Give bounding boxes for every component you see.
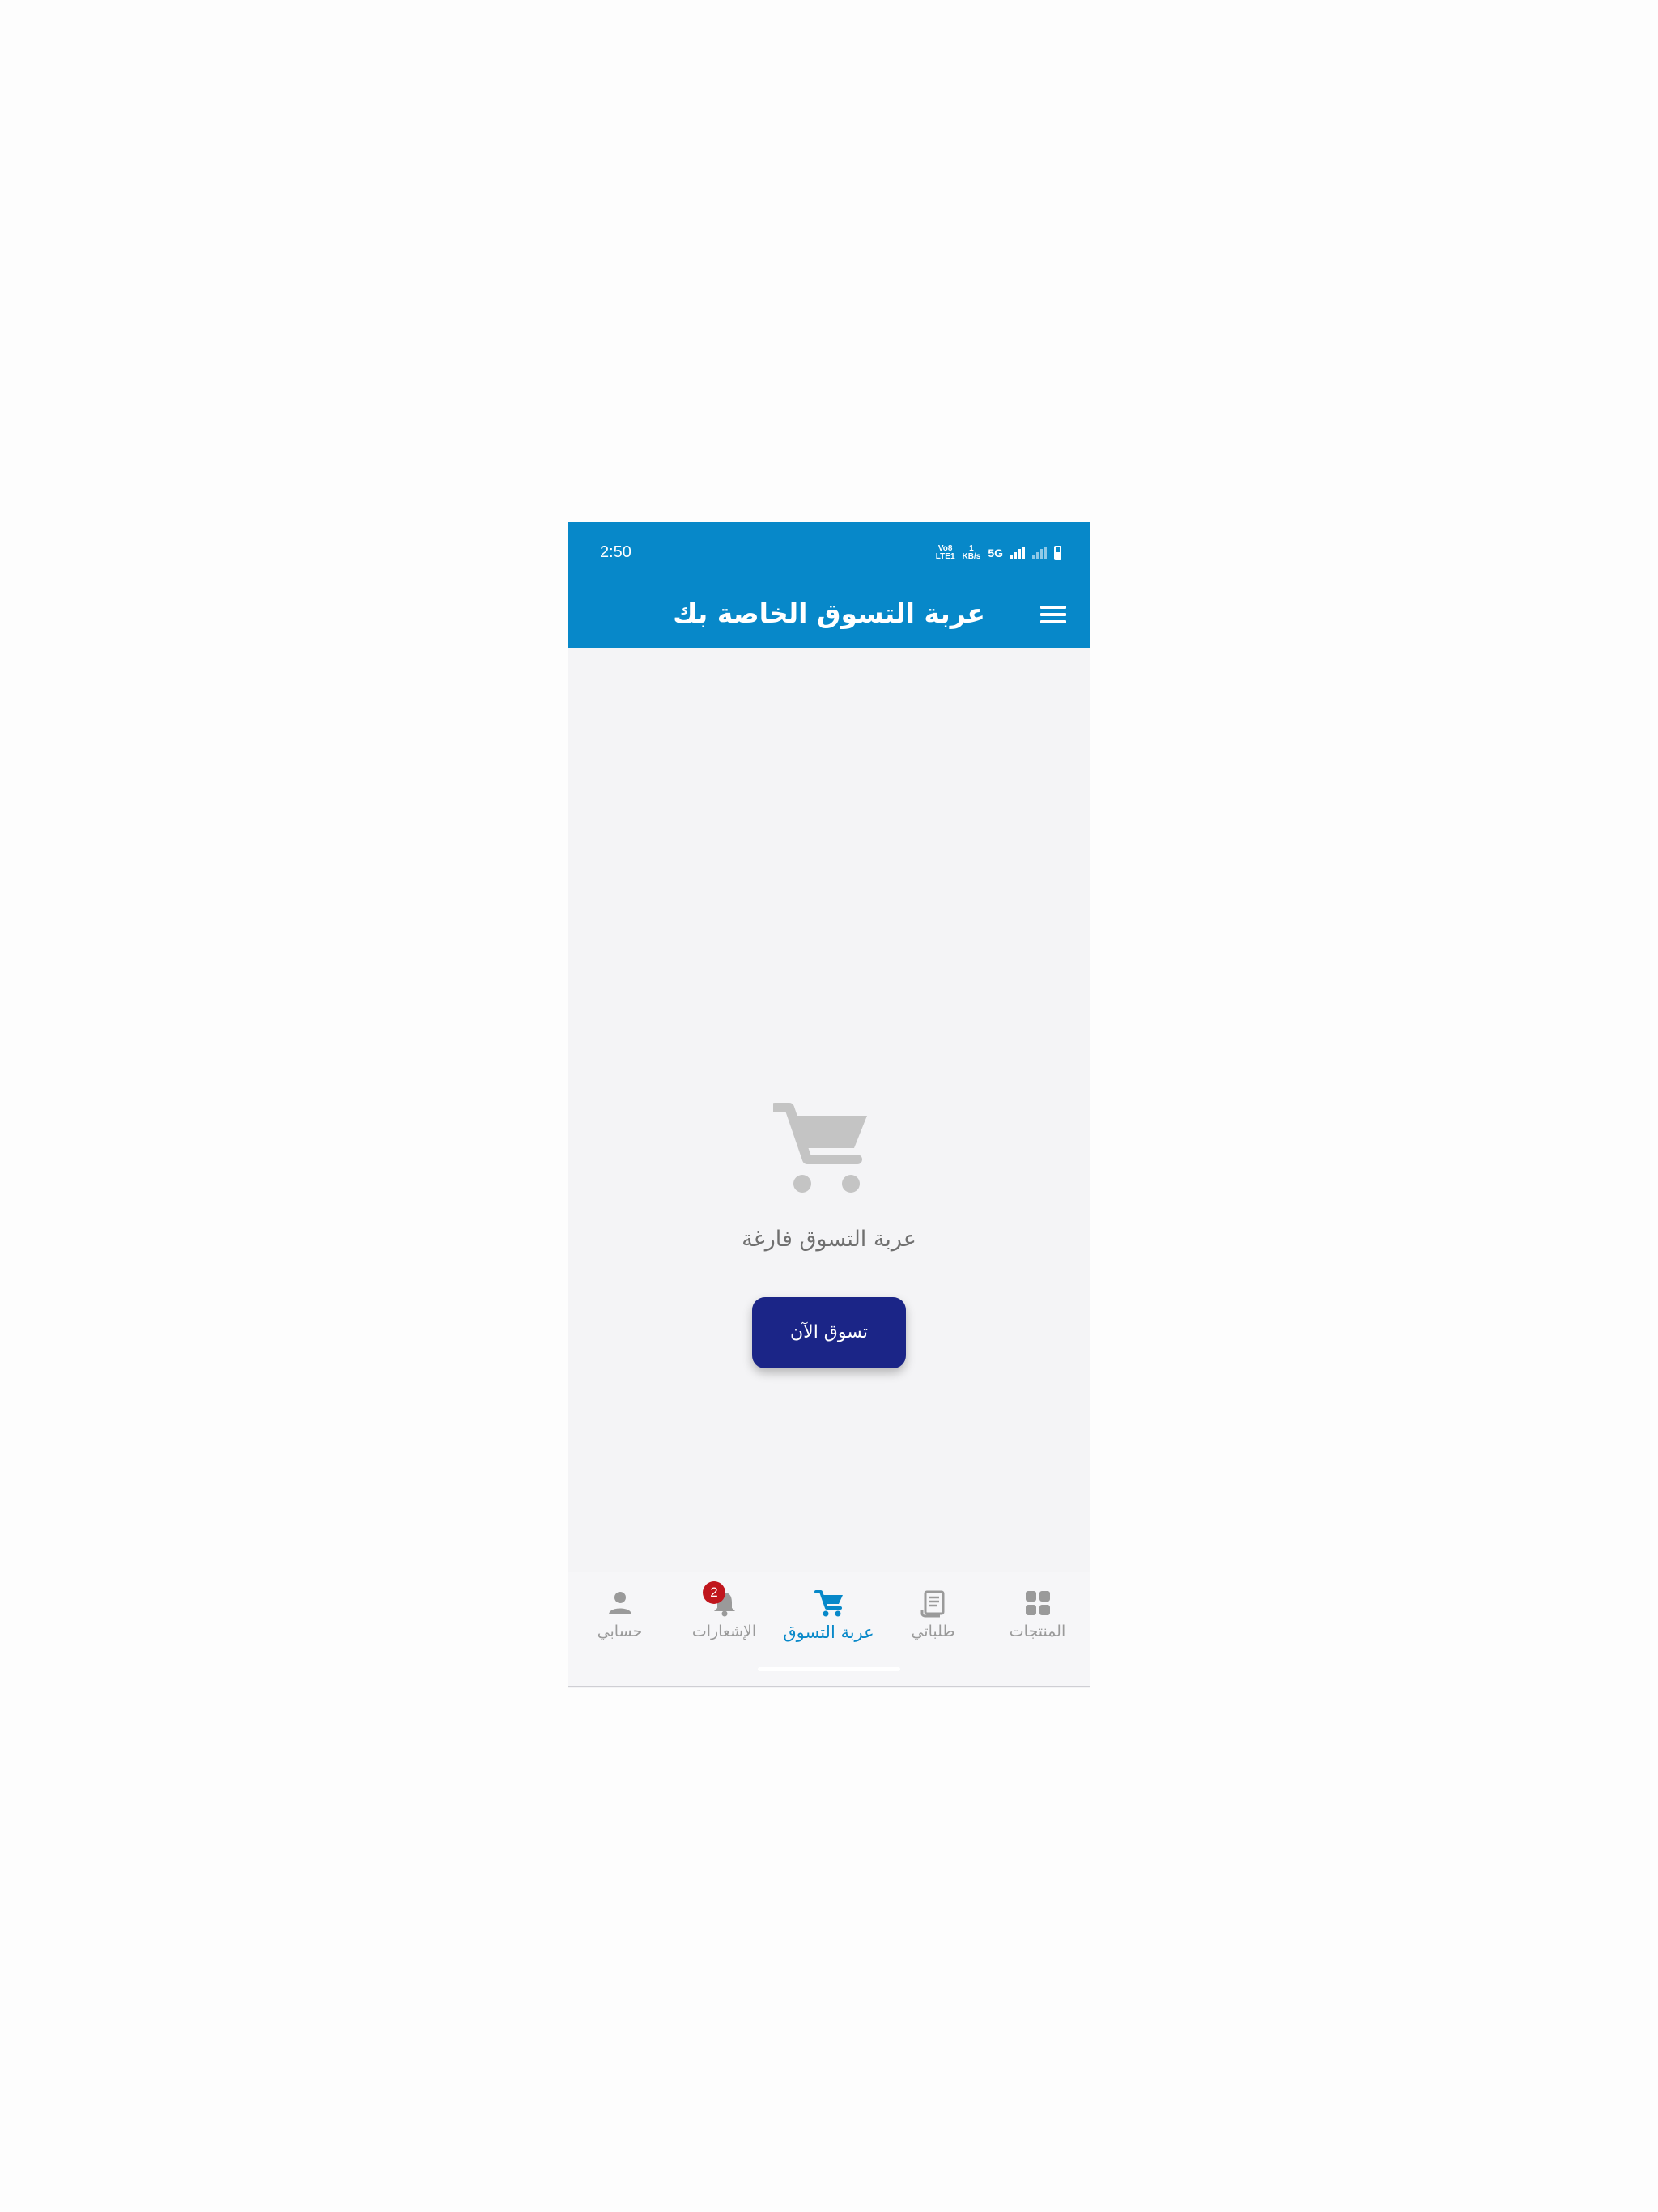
empty-cart-message: عربة التسوق فارغة	[742, 1227, 916, 1252]
status-icons: Vo8 LTE1 1 KB/s 5G	[936, 543, 1061, 563]
nav-label-notifications: الإشعارات	[691, 1623, 757, 1640]
nav-label-cart: عربة التسوق	[783, 1623, 874, 1642]
person-icon	[608, 1592, 631, 1614]
shopping-cart-icon	[773, 1103, 867, 1193]
receipt-icon	[920, 1590, 944, 1618]
volte-indicator: Vo8 LTE1	[935, 544, 955, 561]
phone-screen: 2:50 Vo8 LTE1 1 KB/s 5G عربة التسوق الخا…	[568, 522, 1090, 1688]
bottom-navigation: حسابي الإشعارات 2 عربة التسوق طلباتي الم…	[568, 1572, 1090, 1687]
nav-item-cart[interactable]: عربة التسوق	[776, 1572, 881, 1653]
grid-icon	[1025, 1591, 1050, 1615]
shopping-cart-icon	[814, 1590, 843, 1617]
notification-badge: 2	[703, 1581, 725, 1604]
signal-strength-icon	[1010, 547, 1025, 559]
nav-item-notifications[interactable]: الإشعارات	[672, 1572, 776, 1653]
battery-icon	[1054, 546, 1061, 560]
cart-content: عربة التسوق فارغة تسوق الآن	[568, 648, 1090, 1572]
home-indicator[interactable]	[758, 1667, 900, 1671]
nav-label-products: المنتجات	[1009, 1623, 1066, 1640]
nav-label-account: حسابي	[597, 1623, 643, 1640]
shop-now-button[interactable]: تسوق الآن	[752, 1297, 906, 1368]
nav-item-account[interactable]: حسابي	[568, 1572, 672, 1653]
nav-label-orders: طلباتي	[911, 1623, 955, 1640]
status-time: 2:50	[600, 543, 631, 561]
nav-item-orders[interactable]: طلباتي	[881, 1572, 985, 1653]
page-title: عربة التسوق الخاصة بك	[673, 598, 985, 629]
app-bar: 2:50 Vo8 LTE1 1 KB/s 5G عربة التسوق الخا…	[568, 522, 1090, 648]
hamburger-menu-icon[interactable]	[1040, 602, 1066, 627]
data-rate-indicator: 1 KB/s	[962, 544, 981, 561]
signal-strength-sim2-icon	[1032, 547, 1047, 559]
network-type: 5G	[988, 547, 1003, 559]
nav-item-products[interactable]: المنتجات	[985, 1572, 1090, 1653]
